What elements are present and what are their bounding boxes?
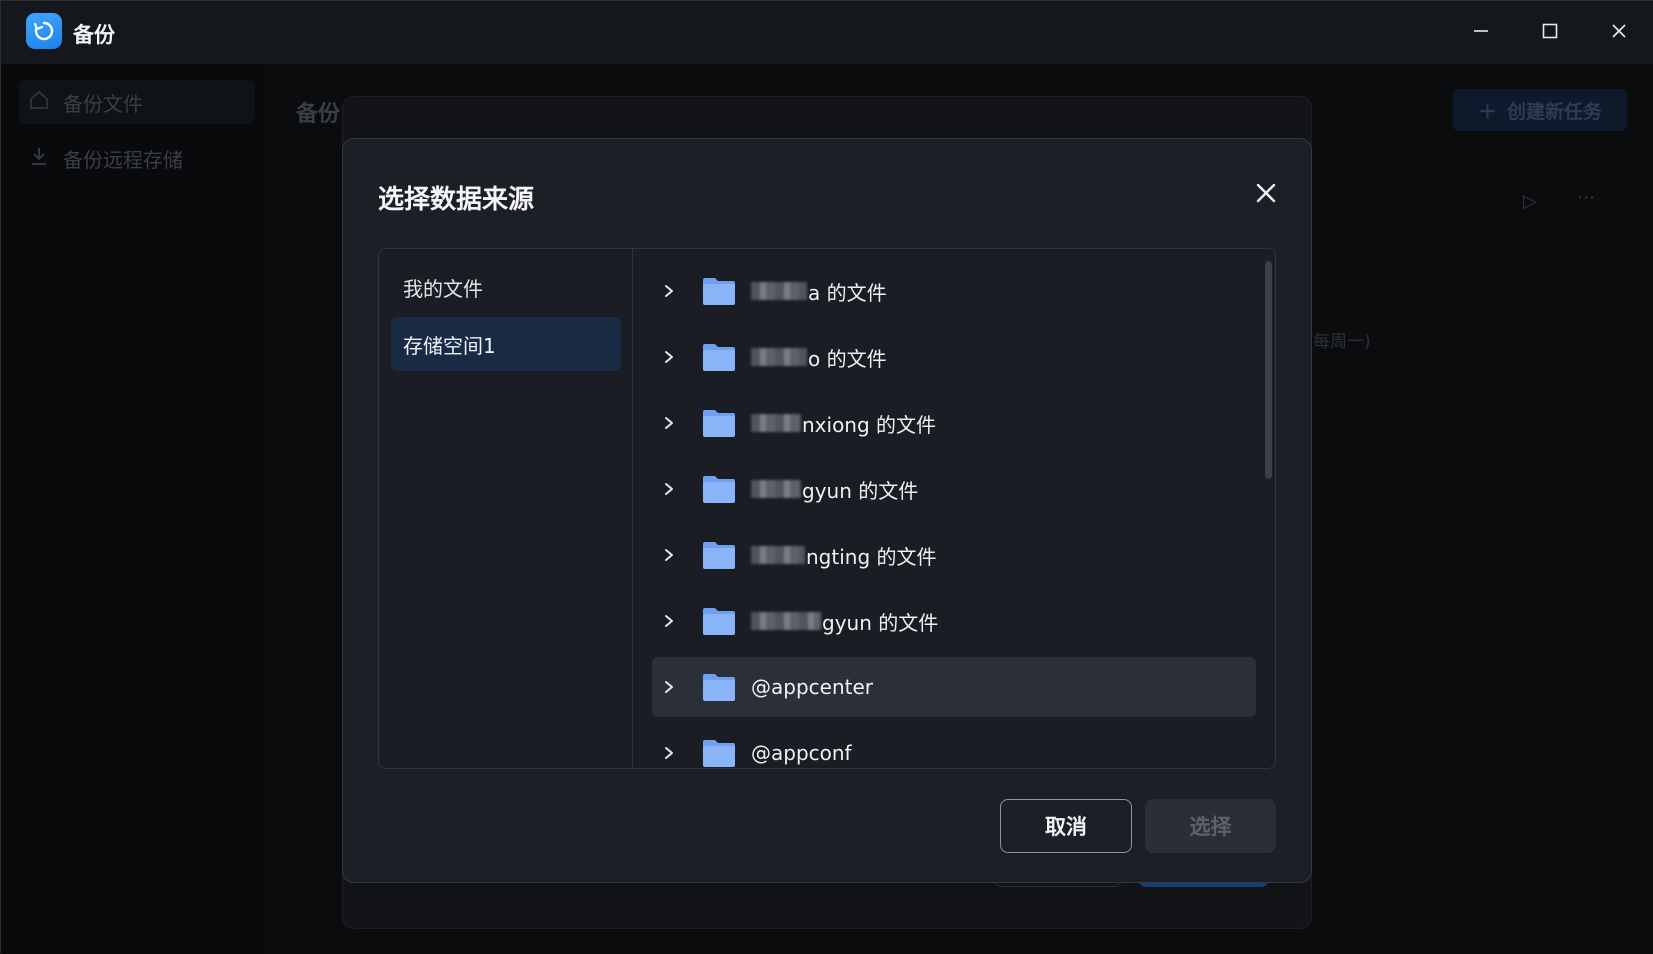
folder-icon bbox=[702, 738, 736, 768]
folder-icon bbox=[702, 540, 736, 570]
folder-name: nxiong 的文件 bbox=[751, 409, 936, 438]
folder-name: @appconf bbox=[751, 741, 852, 765]
chevron-right-icon[interactable] bbox=[652, 416, 686, 430]
folder-icon bbox=[702, 276, 736, 306]
folder-name: a 的文件 bbox=[751, 277, 887, 306]
folder-icon bbox=[702, 672, 736, 702]
folder-icon bbox=[702, 474, 736, 504]
sidebar-item-backup-files[interactable]: 备份文件 bbox=[19, 80, 255, 124]
chevron-right-icon[interactable] bbox=[652, 482, 686, 496]
folder-name: gyun 的文件 bbox=[751, 475, 918, 504]
folder-icon bbox=[702, 606, 736, 636]
chevron-right-icon[interactable] bbox=[652, 350, 686, 364]
title-bar: 备份 bbox=[1, 1, 1653, 64]
chevron-right-icon[interactable] bbox=[652, 548, 686, 562]
schedule-hint: 每周一) bbox=[1313, 332, 1371, 352]
folder-row[interactable]: gyun 的文件 bbox=[652, 591, 1256, 651]
sidebar-item-label: 备份文件 bbox=[63, 91, 143, 116]
folder-name: o 的文件 bbox=[751, 343, 887, 372]
folder-row[interactable]: @appcenter bbox=[652, 657, 1256, 717]
folder-icon bbox=[702, 408, 736, 438]
folder-row[interactable]: o 的文件 bbox=[652, 327, 1256, 387]
redacted-text bbox=[751, 414, 801, 432]
chevron-right-icon[interactable] bbox=[652, 680, 686, 694]
chevron-right-icon[interactable] bbox=[652, 284, 686, 298]
select-source-dialog: 选择数据来源 我的文件 存储空间1 a 的文件 o 的文件 nxiong 的文件 gy… bbox=[342, 138, 1312, 883]
folder-row[interactable]: a 的文件 bbox=[652, 261, 1256, 321]
folder-name: gyun 的文件 bbox=[751, 607, 938, 636]
folder-row[interactable]: gyun 的文件 bbox=[652, 459, 1256, 519]
chevron-right-icon[interactable] bbox=[652, 746, 686, 760]
create-task-button[interactable]: ＋ 创建新任务 bbox=[1453, 89, 1627, 131]
folder-row[interactable]: @appconf bbox=[652, 723, 1256, 768]
source-item-my-files[interactable]: 我的文件 bbox=[391, 260, 621, 314]
redacted-text bbox=[751, 546, 805, 564]
page-title: 备份 bbox=[296, 102, 341, 127]
window-close-button[interactable] bbox=[1597, 13, 1641, 49]
play-icon[interactable]: ▷ bbox=[1523, 191, 1537, 212]
redacted-text bbox=[751, 282, 807, 300]
folder-name: @appcenter bbox=[751, 675, 873, 699]
minimize-button[interactable] bbox=[1459, 13, 1503, 49]
folder-browser: 我的文件 存储空间1 a 的文件 o 的文件 nxiong 的文件 gyun 的文件 n… bbox=[378, 248, 1276, 769]
sidebar-item-remote-storage[interactable]: 备份远程存储 bbox=[19, 136, 255, 180]
dialog-title: 选择数据来源 bbox=[378, 185, 535, 215]
backup-app-icon bbox=[26, 13, 62, 49]
source-list: 我的文件 存储空间1 bbox=[379, 249, 633, 768]
app-window: 备份 备份文件 备份远程存储 备份 ＋ 创建新任务 ▷ ⋯ 每周一) 选择数据来… bbox=[0, 0, 1653, 954]
chevron-right-icon[interactable] bbox=[652, 614, 686, 628]
cancel-button[interactable]: 取消 bbox=[1000, 799, 1132, 853]
source-item-storage-1[interactable]: 存储空间1 bbox=[391, 317, 621, 371]
folder-row[interactable]: ngting 的文件 bbox=[652, 525, 1256, 585]
redacted-text bbox=[751, 612, 821, 630]
app-title: 备份 bbox=[73, 23, 115, 47]
plus-icon: ＋ bbox=[1477, 100, 1497, 123]
home-icon bbox=[29, 90, 49, 115]
dialog-close-icon[interactable] bbox=[1248, 175, 1284, 211]
more-icon[interactable]: ⋯ bbox=[1577, 187, 1595, 208]
sidebar-item-label: 备份远程存储 bbox=[63, 147, 183, 172]
create-task-label: 创建新任务 bbox=[1507, 100, 1603, 123]
select-button[interactable]: 选择 bbox=[1145, 799, 1276, 853]
redacted-text bbox=[751, 348, 807, 366]
redacted-text bbox=[751, 480, 801, 498]
folder-row[interactable]: nxiong 的文件 bbox=[652, 393, 1256, 453]
maximize-button[interactable] bbox=[1528, 13, 1572, 49]
folder-list-scrollbar[interactable] bbox=[1265, 261, 1272, 479]
download-icon bbox=[29, 146, 49, 171]
background-sidebar: 备份文件 备份远程存储 bbox=[1, 64, 266, 954]
folder-icon bbox=[702, 342, 736, 372]
folder-name: ngting 的文件 bbox=[751, 541, 937, 570]
folder-list: a 的文件 o 的文件 nxiong 的文件 gyun 的文件 ngting 的文件 gy… bbox=[634, 249, 1275, 768]
